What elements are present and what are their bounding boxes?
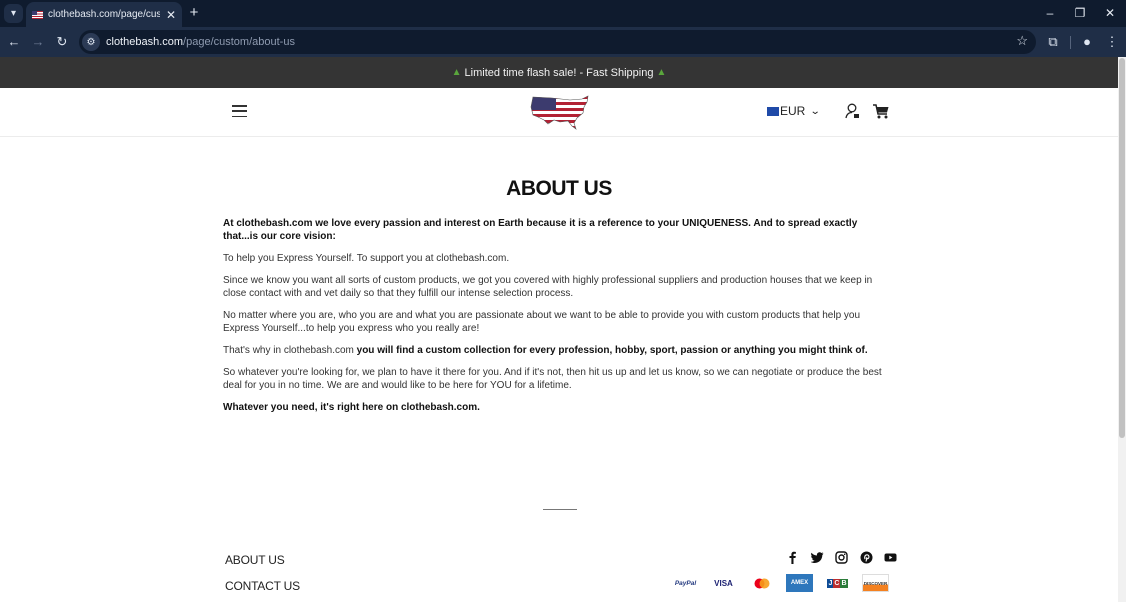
suppliers-paragraph: Since we know you want all sorts of cust…	[223, 275, 873, 299]
mastercard-icon	[748, 574, 775, 592]
minimize-button[interactable]: –	[1040, 5, 1060, 21]
about-content: ABOUT US At clothebash.com we love every…	[223, 137, 895, 414]
close-window-button[interactable]: ✕	[1100, 5, 1120, 21]
visa-icon: VISA	[714, 578, 733, 588]
jcb-c: C	[833, 578, 841, 588]
bookmark-star-icon[interactable]: ☆	[1016, 33, 1028, 49]
social-links	[786, 551, 909, 564]
tree-icon: ▲	[451, 67, 462, 78]
amex-icon: AMEX	[786, 574, 813, 592]
tree-icon: ▲	[656, 67, 667, 78]
closing-paragraph: Whatever you need, it's right here on cl…	[223, 402, 480, 413]
youtube-icon[interactable]	[884, 551, 897, 564]
toolbar-separator	[1070, 36, 1071, 49]
intro-paragraph: At clothebash.com we love every passion …	[223, 218, 858, 242]
profile-icon[interactable]: ●	[1078, 33, 1096, 51]
footer-divider	[543, 509, 577, 510]
url-text[interactable]: clothebash.com/page/custom/about-us	[106, 36, 295, 48]
footer-links: ABOUT US CONTACT US	[225, 553, 300, 602]
paypal-icon: PayPal	[674, 579, 697, 587]
tab-close-icon[interactable]: ✕	[164, 8, 178, 22]
url-host: clothebash.com	[106, 36, 184, 48]
chevron-down-icon: ⌄	[810, 105, 821, 117]
us-flag-favicon-icon	[32, 10, 43, 19]
pinterest-icon[interactable]	[860, 551, 873, 564]
payment-methods: PayPal VISA AMEX JCB DISCOVER	[672, 574, 900, 592]
collection-text-bold: you will find a custom collection for ev…	[356, 345, 868, 356]
browser-tab-active[interactable]: clothebash.com/page/custom/about-us ✕	[26, 2, 182, 27]
site-logo-us-map[interactable]	[530, 93, 590, 131]
jcb-icon: JCB	[824, 574, 851, 592]
address-bar[interactable]: ⚙ clothebash.com/page/custom/about-us ☆	[79, 30, 1036, 54]
collection-paragraph: That's why in clothebash.com you will fi…	[223, 344, 895, 357]
footer-link-about-us[interactable]: ABOUT US	[225, 553, 300, 567]
forward-button[interactable]: →	[29, 33, 47, 51]
announcement-bar: ▲ Limited time flash sale! - Fast Shippi…	[0, 57, 1118, 88]
eu-flag-icon	[767, 106, 779, 116]
browser-toolbar: ← → ↻ ⚙ clothebash.com/page/custom/about…	[0, 27, 1126, 57]
site-info-icon[interactable]: ⚙	[82, 33, 100, 51]
tab-search-button[interactable]: ▾	[4, 4, 23, 23]
page-viewport: ▲ Limited time flash sale! - Fast Shippi…	[0, 57, 1126, 602]
new-tab-button[interactable]: +	[186, 5, 202, 21]
scrollbar-thumb[interactable]	[1119, 58, 1125, 438]
cart-icon[interactable]	[873, 104, 889, 119]
hamburger-menu-icon[interactable]	[232, 105, 247, 118]
browser-menu-icon[interactable]: ⋮	[1103, 33, 1121, 51]
back-button[interactable]: ←	[5, 33, 23, 51]
restore-button[interactable]: ❐	[1070, 5, 1090, 21]
twitter-icon[interactable]	[810, 551, 824, 564]
currency-selector[interactable]: EUR ⌄	[767, 104, 821, 118]
page-title: ABOUT US	[506, 177, 612, 200]
url-path: /page/custom/about-us	[183, 36, 295, 48]
discover-icon: DISCOVER	[862, 574, 889, 592]
browser-tabstrip: ▾ clothebash.com/page/custom/about-us ✕ …	[0, 0, 1126, 27]
extensions-icon[interactable]: ⧉	[1044, 33, 1062, 51]
footer-link-contact-us[interactable]: CONTACT US	[225, 579, 300, 593]
site-header: EUR ⌄	[0, 88, 1118, 137]
tab-title: clothebash.com/page/custom/about-us	[48, 9, 160, 20]
vision-paragraph: To help you Express Yourself. To support…	[223, 253, 510, 264]
express-paragraph: No matter where you are, who you are and…	[223, 310, 861, 334]
currency-code: EUR	[780, 104, 806, 118]
page-scrollbar[interactable]	[1118, 57, 1126, 602]
collection-text-plain: That's why in clothebash.com	[223, 345, 357, 356]
instagram-icon[interactable]	[835, 551, 848, 564]
reload-button[interactable]: ↻	[53, 33, 71, 51]
facebook-icon[interactable]	[786, 551, 799, 564]
announcement-text: Limited time flash sale! - Fast Shipping	[464, 66, 654, 79]
jcb-b: B	[840, 578, 848, 588]
account-icon[interactable]	[845, 103, 860, 119]
lifetime-paragraph: So whatever you're looking for, we plan …	[223, 367, 882, 391]
